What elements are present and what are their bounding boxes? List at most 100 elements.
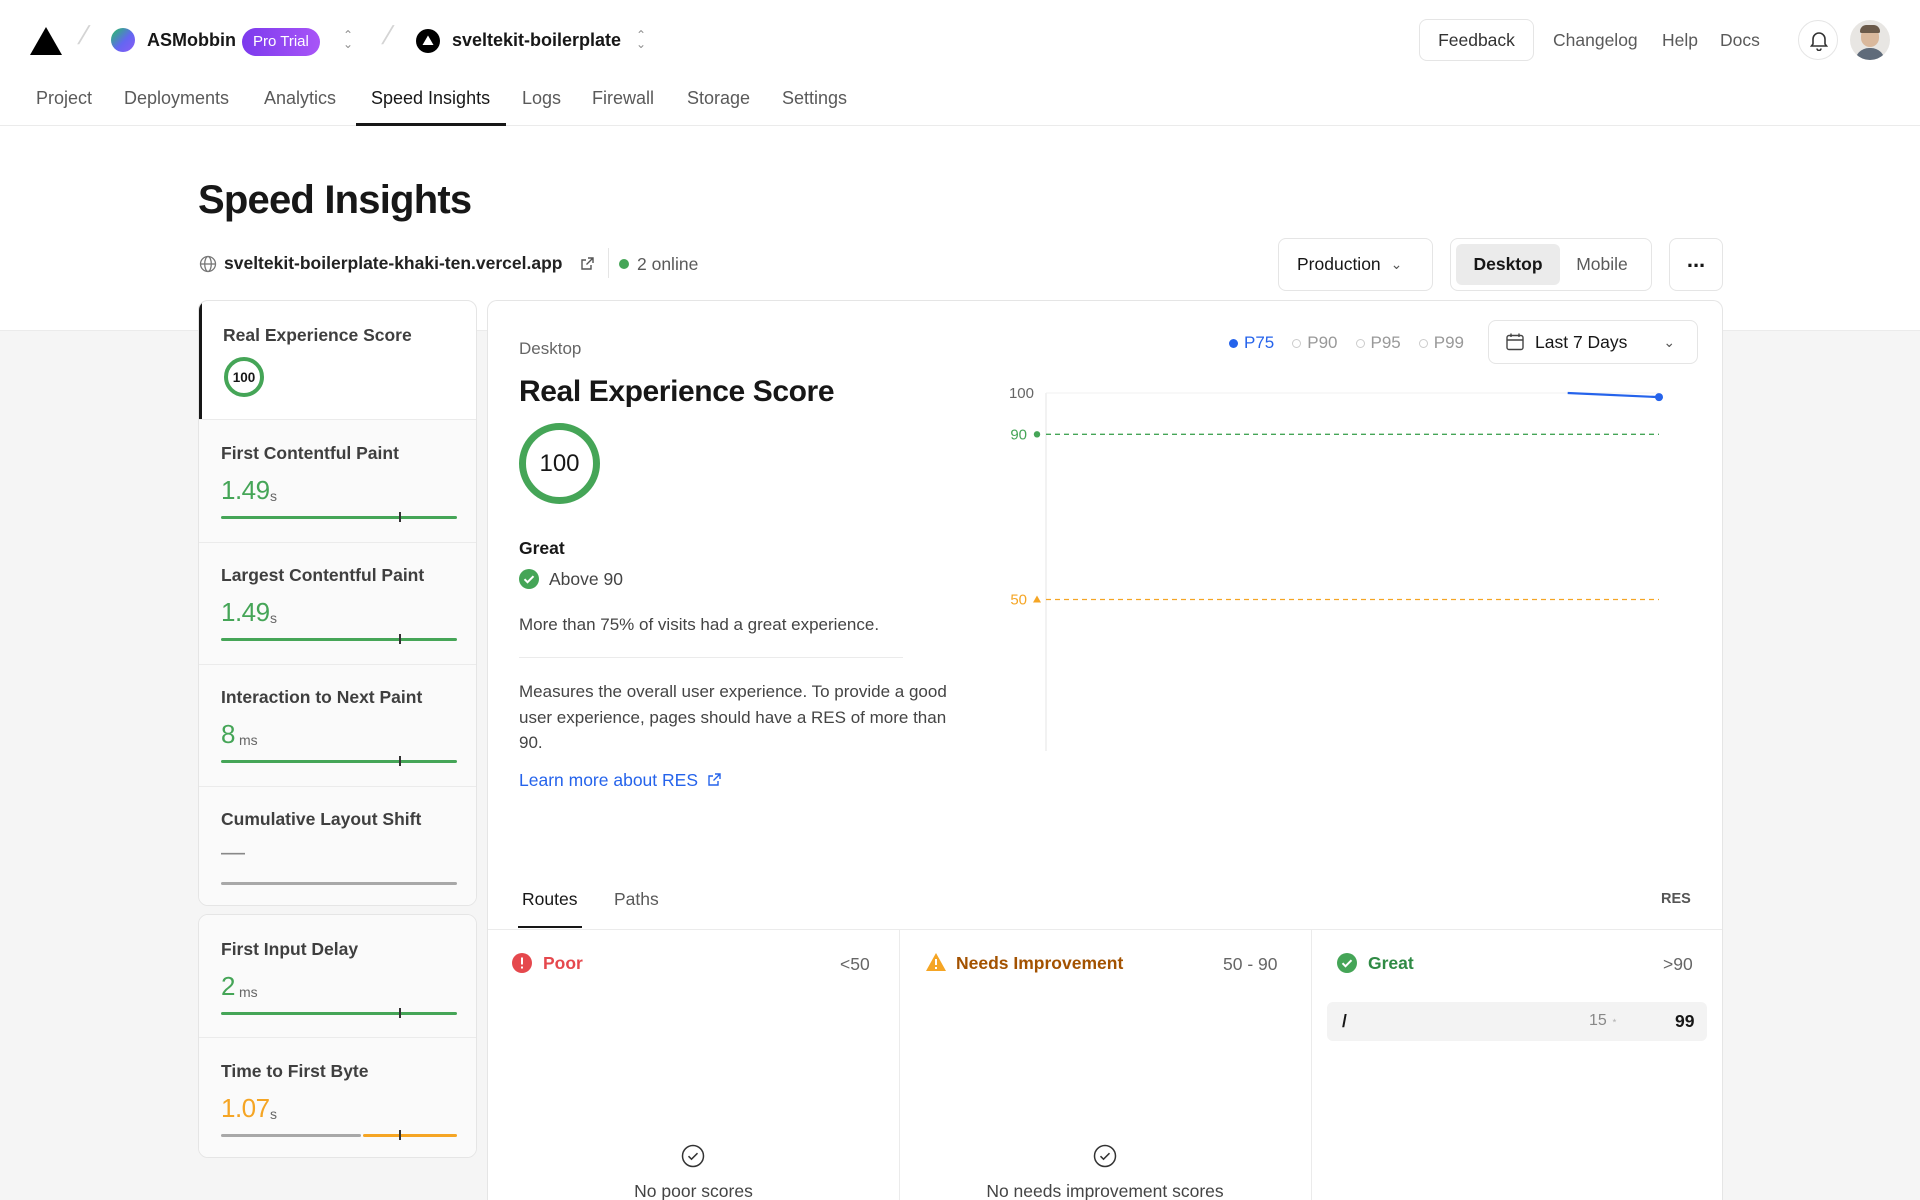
learn-more-link[interactable]: Learn more about RES	[519, 770, 698, 791]
res-chart: 90500100Aug 22Aug 23Aug 24Aug 25Aug 26Au…	[1009, 385, 1663, 751]
check-outline-icon	[681, 1144, 705, 1168]
check-circle-icon	[519, 569, 539, 589]
threshold-label-50: 50	[1010, 592, 1027, 609]
project-logo-icon[interactable]	[416, 29, 440, 53]
tab-routes[interactable]: Routes	[522, 889, 577, 910]
detail-title: Real Experience Score	[519, 375, 835, 408]
desktop-toggle[interactable]: Desktop	[1456, 244, 1560, 285]
percentile-label: P99	[1433, 333, 1464, 352]
routes-active-indicator	[518, 926, 582, 928]
tab-deployments[interactable]: Deployments	[124, 88, 229, 109]
needs-improvement-column-title: Needs Improvement	[956, 953, 1124, 973]
divider	[519, 657, 903, 658]
poor-empty-state: No poor scores	[634, 1181, 753, 1200]
more-options-button[interactable]: ...	[1669, 238, 1723, 291]
breadcrumb-separator: /	[75, 20, 93, 50]
metric-lcp[interactable]: Largest Contentful Paint 1.49 s	[199, 543, 476, 664]
mobile-toggle[interactable]: Mobile	[1560, 244, 1644, 285]
percentile-selector: P75 P90 P95 P99	[1229, 333, 1464, 353]
tab-storage[interactable]: Storage	[687, 88, 750, 109]
globe-icon	[199, 255, 217, 273]
chevron-down-icon: ⌄	[1390, 256, 1403, 272]
team-switcher-chevron-icon[interactable]: ⌃ ⌄	[341, 29, 355, 50]
changelog-link[interactable]: Changelog	[1553, 30, 1638, 51]
bell-icon	[1809, 32, 1829, 51]
metric-inp[interactable]: Interaction to Next Paint 8 ms	[199, 665, 476, 786]
tab-analytics[interactable]: Analytics	[264, 88, 336, 109]
device-toggle[interactable]: Desktop Mobile	[1450, 238, 1652, 291]
external-link-icon[interactable]	[707, 772, 722, 787]
tab-firewall[interactable]: Firewall	[592, 88, 654, 109]
metric-unit: s	[270, 1106, 277, 1122]
tab-project[interactable]: Project	[36, 88, 92, 109]
tab-logs[interactable]: Logs	[522, 88, 561, 109]
tab-paths[interactable]: Paths	[614, 889, 659, 910]
metric-bar-segment	[363, 1134, 457, 1137]
help-link[interactable]: Help	[1662, 30, 1698, 51]
summary-text: More than 75% of visits had a great expe…	[519, 615, 880, 634]
metric-label: First Contentful Paint	[221, 443, 399, 463]
metric-value: 1.49	[221, 597, 270, 627]
feedback-button[interactable]: Feedback	[1419, 19, 1534, 61]
divider	[608, 248, 609, 278]
vercel-logo-icon[interactable]	[30, 27, 62, 55]
domain-link[interactable]: sveltekit-boilerplate-khaki-ten.vercel.a…	[224, 253, 562, 274]
check-outline-icon	[1093, 1144, 1117, 1168]
project-switcher-chevron-icon[interactable]: ⌃ ⌄	[634, 29, 648, 50]
metric-marker	[399, 512, 401, 522]
percentile-p95[interactable]: P95	[1355, 333, 1401, 353]
project-name[interactable]: sveltekit-boilerplate	[452, 30, 621, 51]
percentile-p75[interactable]: P75	[1229, 333, 1274, 353]
metric-res[interactable]: Real Experience Score 100	[199, 301, 476, 419]
metric-label: Largest Contentful Paint	[221, 565, 425, 585]
environment-select[interactable]: Production ⌄	[1278, 238, 1433, 291]
metric-bar	[221, 1012, 457, 1015]
needs-improvement-empty-state: No needs improvement scores	[986, 1181, 1224, 1200]
team-avatar[interactable]	[111, 28, 135, 52]
threshold-label: Above 90	[549, 569, 623, 589]
column-divider	[899, 930, 900, 1200]
percentile-p99[interactable]: P99	[1418, 333, 1464, 353]
tab-settings[interactable]: Settings	[782, 88, 847, 109]
metric-value: 1.49	[221, 475, 270, 505]
active-tab-indicator	[356, 123, 506, 126]
device-label: Desktop	[519, 339, 582, 358]
tab-speed-insights[interactable]: Speed Insights	[371, 88, 490, 109]
poor-column-title: Poor	[543, 953, 583, 973]
metric-ttfb[interactable]: Time to First Byte 1.07 s	[199, 1038, 476, 1157]
metric-fcp[interactable]: First Contentful Paint 1.49 s	[199, 420, 476, 542]
metric-bar	[221, 760, 457, 763]
threshold-label-90: 90	[1010, 426, 1027, 443]
metric-label: Cumulative Layout Shift	[221, 809, 422, 829]
series-point-p75	[1655, 393, 1663, 402]
route-path: /	[1342, 1011, 1347, 1031]
docs-link[interactable]: Docs	[1720, 30, 1760, 51]
team-name[interactable]: ASMobbin	[147, 30, 236, 51]
metric-cls[interactable]: Cumulative Layout Shift —	[199, 787, 476, 905]
metric-value: 1.07	[221, 1093, 270, 1123]
metric-unit: s	[270, 610, 277, 626]
metric-label: Real Experience Score	[223, 325, 412, 345]
external-link-icon[interactable]	[580, 256, 595, 271]
column-divider	[1311, 930, 1312, 1200]
res-score-ring: 100	[224, 357, 264, 397]
metric-marker	[399, 634, 401, 644]
metric-fid[interactable]: First Input Delay 2 ms	[199, 915, 476, 1037]
needs-improvement-range: 50 - 90	[1223, 954, 1278, 974]
metric-unit: ms	[239, 732, 258, 748]
plan-badge: Pro Trial	[242, 28, 320, 56]
user-avatar[interactable]	[1850, 20, 1890, 60]
date-range-select[interactable]: Last 7 Days ⌄	[1488, 320, 1698, 364]
metric-value: 2	[221, 971, 235, 1001]
percentile-p90[interactable]: P90	[1292, 333, 1338, 353]
route-row[interactable]: / 15 ⋆ 99	[1327, 1002, 1707, 1041]
divider	[488, 929, 1722, 930]
metric-marker	[399, 756, 401, 766]
metric-value: 8	[221, 719, 235, 749]
metric-bar	[221, 882, 457, 885]
rating-label: Great	[519, 538, 565, 558]
online-dot-icon	[619, 259, 629, 269]
top-header: / ASMobbin Pro Trial ⌃ ⌄ / sveltekit-boil…	[0, 0, 1920, 80]
needs-threshold-marker-icon	[1033, 595, 1041, 603]
notifications-button[interactable]	[1798, 20, 1838, 60]
